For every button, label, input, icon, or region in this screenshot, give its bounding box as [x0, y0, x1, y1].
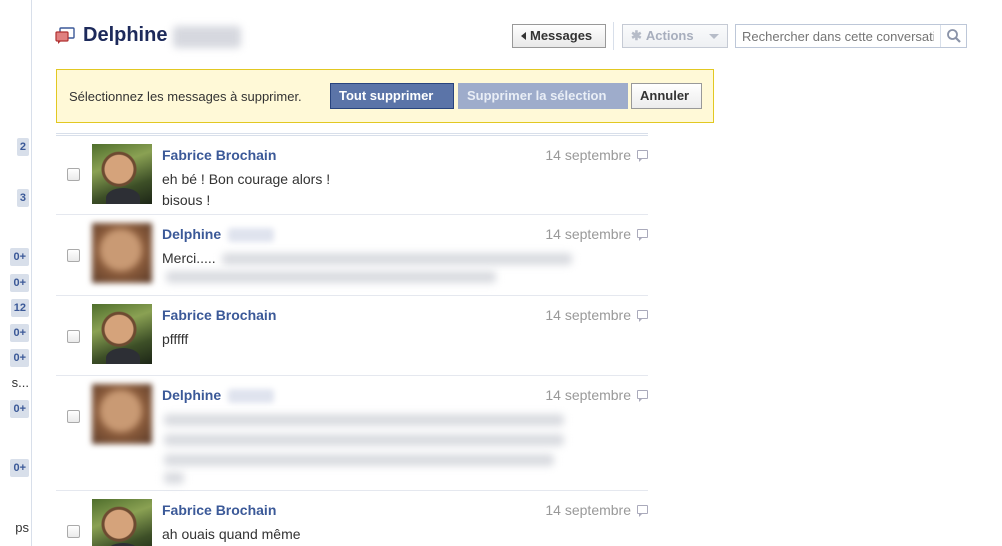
- message-item: Delphine 14 septembre: [56, 376, 648, 491]
- sidebar-counter[interactable]: 0+: [10, 274, 29, 292]
- redacted-text: [164, 434, 564, 446]
- message-thread: Fabrice Brochain 14 septembre eh bé ! Bo…: [56, 133, 648, 546]
- gear-icon: ✱: [631, 28, 642, 43]
- left-sidebar: 2 3 0+ 0+ 12 0+ 0+ s... 0+ 0+ ps: [0, 0, 32, 546]
- message-item: Fabrice Brochain 14 septembre pfffff: [56, 296, 648, 376]
- message-date: 14 septembre: [545, 307, 631, 323]
- comment-icon: [637, 150, 648, 162]
- sidebar-item-truncated[interactable]: ps: [15, 519, 29, 537]
- redacted-text: [164, 414, 564, 426]
- comment-icon: [637, 505, 648, 517]
- sidebar-item-truncated[interactable]: s...: [12, 374, 29, 392]
- message-date: 14 septembre: [545, 226, 631, 242]
- sidebar-counter[interactable]: 3: [16, 189, 29, 207]
- message-line: pfffff: [162, 331, 189, 347]
- message-body: pfffff: [162, 329, 188, 350]
- message-author[interactable]: Fabrice Brochain: [162, 147, 276, 163]
- search-button[interactable]: [940, 25, 966, 47]
- message-body: ah ouais quand même: [162, 524, 301, 545]
- sidebar-counter[interactable]: 12: [10, 299, 29, 317]
- comment-icon: [637, 310, 648, 322]
- avatar[interactable]: [92, 144, 152, 204]
- message-checkbox[interactable]: [67, 525, 80, 538]
- cancel-button[interactable]: Annuler: [631, 83, 702, 109]
- message-item: Delphine 14 septembre Merci.....: [56, 215, 648, 296]
- message-line: Merci.....: [162, 250, 216, 266]
- message-author[interactable]: Delphine: [162, 387, 221, 403]
- delete-all-button[interactable]: Tout supprimer: [330, 83, 454, 109]
- search-input[interactable]: [736, 25, 940, 47]
- avatar[interactable]: [92, 499, 152, 546]
- message-date: 14 septembre: [545, 147, 631, 163]
- conversation-header: Delphine Messages ✱ Actions: [55, 22, 970, 52]
- redacted-text: [164, 472, 184, 484]
- message-body: eh bé ! Bon courage alors ! bisous !: [162, 169, 330, 211]
- message-checkbox[interactable]: [67, 168, 80, 181]
- message-checkbox[interactable]: [67, 410, 80, 423]
- redacted-surname: [228, 228, 274, 242]
- messages-icon: [55, 27, 75, 44]
- delete-selection-bar: Sélectionnez les messages à supprimer. T…: [56, 69, 714, 123]
- message-line: bisous !: [162, 192, 211, 208]
- redacted-text: [222, 253, 572, 265]
- avatar[interactable]: [92, 223, 152, 283]
- message-author[interactable]: Delphine: [162, 226, 221, 242]
- sidebar-counter[interactable]: 0+: [10, 324, 29, 342]
- message-date: 14 septembre: [545, 502, 631, 518]
- sidebar-counter[interactable]: 0+: [10, 459, 29, 477]
- message-line: ah ouais quand même: [162, 526, 301, 542]
- avatar[interactable]: [92, 384, 152, 444]
- actions-label: Actions: [645, 28, 694, 43]
- left-arrow-icon: [521, 32, 526, 40]
- redacted-surname: [173, 26, 241, 48]
- delete-selection-button[interactable]: Supprimer la sélection: [458, 83, 628, 109]
- comment-icon: [637, 390, 648, 402]
- message-item: Fabrice Brochain 14 septembre eh bé ! Bo…: [56, 136, 648, 215]
- divider: [613, 22, 614, 50]
- conversation-title: Delphine: [83, 24, 168, 46]
- message-date: 14 septembre: [545, 387, 631, 403]
- message-checkbox[interactable]: [67, 249, 80, 262]
- messages-button-label: Messages: [530, 28, 593, 43]
- redacted-surname: [228, 389, 274, 403]
- message-body: Merci.....: [162, 248, 216, 269]
- message-author[interactable]: Fabrice Brochain: [162, 502, 276, 518]
- delete-prompt: Sélectionnez les messages à supprimer.: [69, 89, 302, 104]
- sidebar-counter[interactable]: 0+: [10, 349, 29, 367]
- actions-dropdown[interactable]: ✱ Actions: [622, 24, 728, 48]
- back-to-messages-button[interactable]: Messages: [512, 24, 606, 48]
- message-item: Fabrice Brochain 14 septembre ah ouais q…: [56, 491, 648, 546]
- sidebar-counter[interactable]: 0+: [10, 400, 29, 418]
- conversation-search: [735, 24, 967, 48]
- message-author[interactable]: Fabrice Brochain: [162, 307, 276, 323]
- redacted-text: [164, 454, 554, 466]
- message-line: eh bé ! Bon courage alors !: [162, 171, 331, 187]
- sidebar-counter[interactable]: 0+: [10, 248, 29, 266]
- chevron-down-icon: [709, 34, 719, 39]
- comment-icon: [637, 229, 648, 241]
- message-checkbox[interactable]: [67, 330, 80, 343]
- redacted-text: [166, 271, 496, 283]
- sidebar-counter[interactable]: 2: [16, 138, 29, 156]
- avatar[interactable]: [92, 304, 152, 364]
- search-icon: [947, 29, 961, 43]
